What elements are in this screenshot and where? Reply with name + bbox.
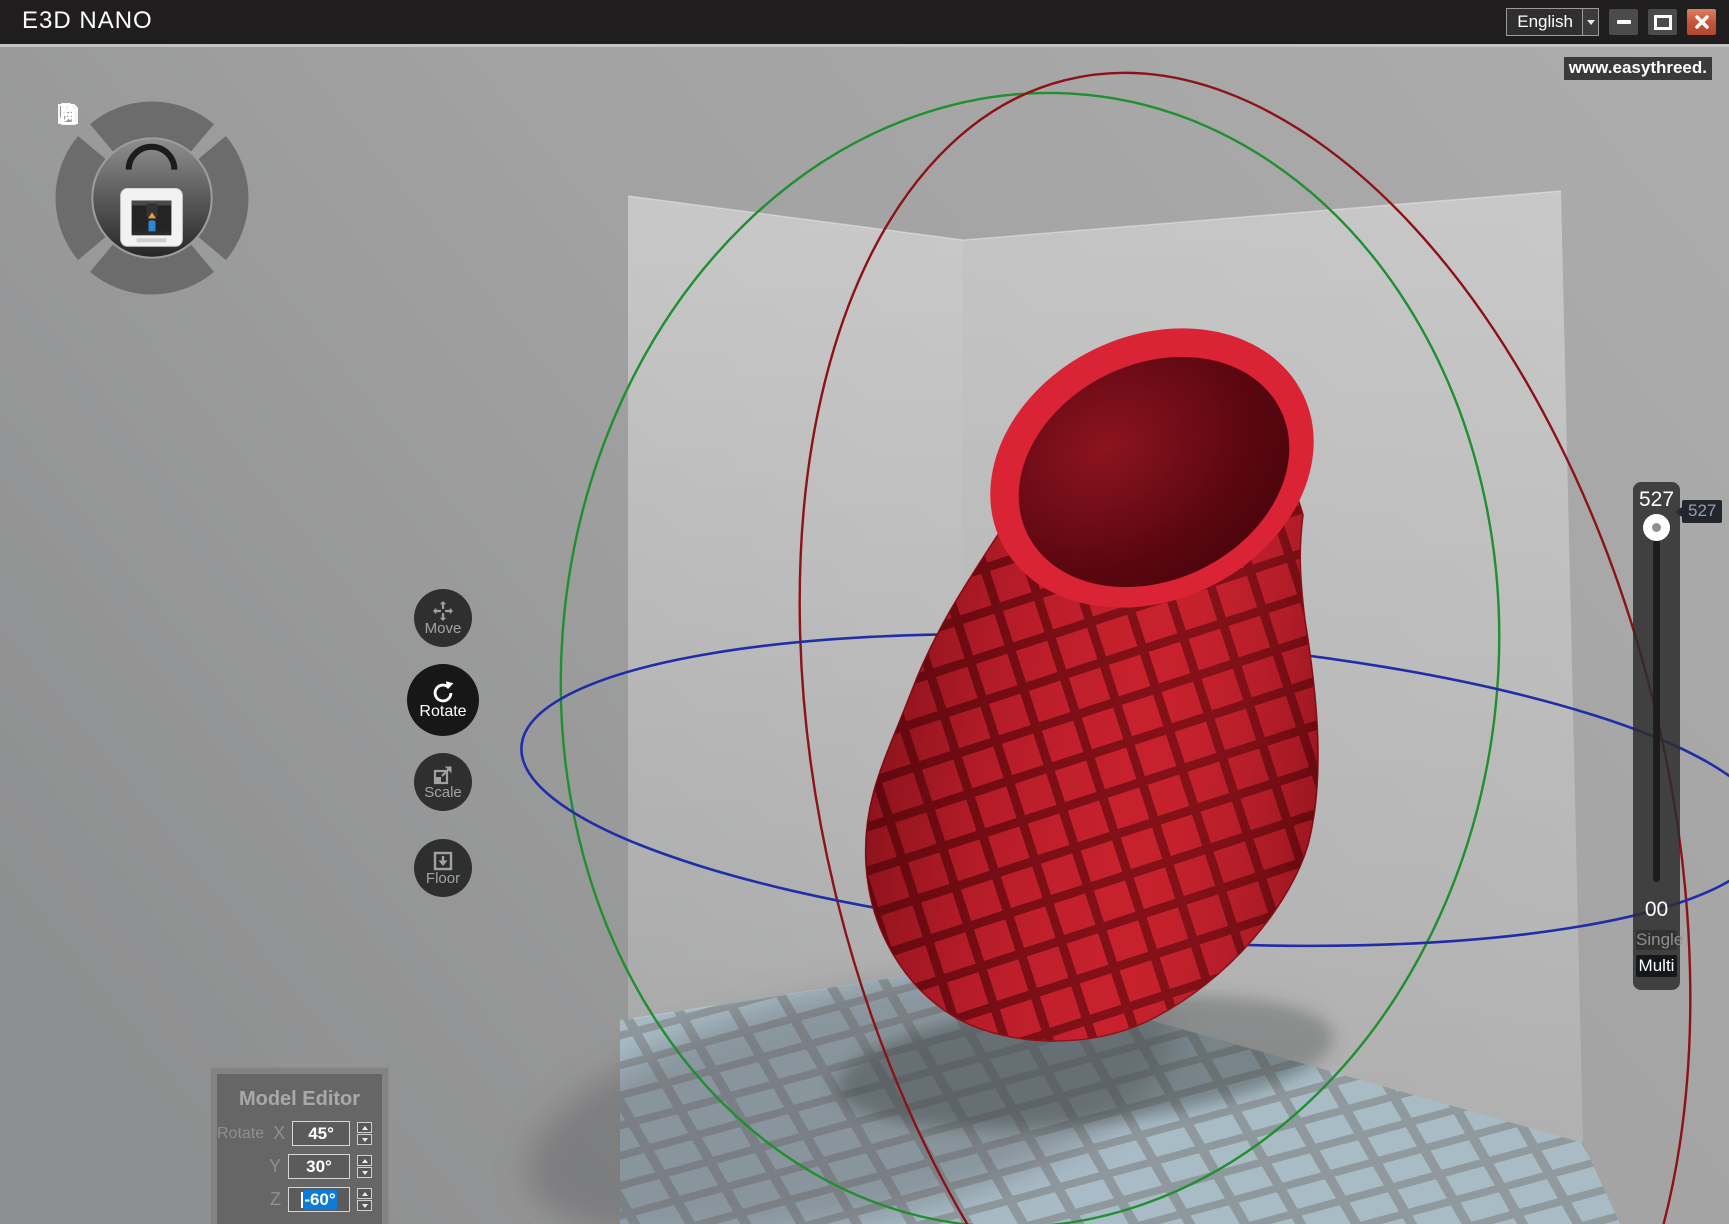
spin-up-button[interactable] [357,1188,372,1199]
slider-max-value: 527 [1633,488,1680,512]
rotate-group-label: Rotate [217,1125,264,1143]
move-button[interactable]: Move [414,589,472,647]
floor-button[interactable]: Floor [414,839,472,897]
spin-down-icon [362,1138,368,1142]
radial-file-segment[interactable] [101,119,202,137]
scale-label: Scale [424,784,462,801]
rotate-z-input[interactable]: -60° [288,1187,350,1212]
spin-down-icon [362,1171,368,1175]
radial-edit-segment[interactable] [212,147,230,248]
spin-up-icon [362,1159,368,1163]
close-icon [1695,15,1709,29]
selected-text: -60° [303,1190,336,1210]
maximize-button[interactable] [1648,9,1677,35]
rotate-label: Rotate [419,703,466,721]
app-window: E3D NANO English www.easythreed. [0,0,1729,1224]
rotate-y-input[interactable]: 30° [288,1154,350,1179]
spin-up-icon [362,1192,368,1196]
minimize-button[interactable] [1609,9,1638,35]
model-editor-body: Model Editor Rotate X 45° Y 30° Z [217,1074,382,1224]
printer-photo [92,138,211,257]
radial-delete-segment[interactable] [101,258,202,276]
app-title: E3D NANO [22,7,153,35]
rotate-z-row: Z -60° [217,1187,372,1212]
viewport-3d[interactable] [0,44,1729,1224]
titlebar-edge [0,44,1729,47]
rotate-y-row: Y 30° [217,1154,372,1179]
layer-slider: 527 00 Single Multi [1633,482,1680,990]
maximize-icon [1654,15,1672,30]
rotate-button[interactable]: Rotate [407,664,479,736]
slider-handle-dot [1652,523,1661,532]
rotate-z-spinner [357,1188,372,1211]
close-button[interactable] [1687,9,1716,35]
rotate-x-spinner [357,1122,372,1145]
floor-label: Floor [426,870,460,887]
rotate-x-input[interactable]: 45° [292,1121,350,1146]
slider-min-value: 00 [1633,898,1680,922]
model-editor-panel: Model Editor Rotate X 45° Y 30° Z [210,1067,389,1224]
rotate-y-spinner [357,1155,372,1178]
window-controls: English [1506,8,1716,36]
mode-single-button[interactable]: Single [1636,930,1677,950]
slider-handle[interactable] [1643,514,1670,541]
chevron-down-icon[interactable] [1582,9,1598,35]
minimize-icon [1617,20,1631,24]
rotate-x-row: Rotate X 45° [217,1121,372,1146]
move-label: Move [425,620,462,637]
delete-icon [55,101,81,127]
slider-track[interactable] [1653,526,1660,882]
axis-x-label: X [273,1123,285,1144]
radial-menu [55,101,249,295]
spin-up-button[interactable] [357,1155,372,1166]
scale-button[interactable]: Scale [414,753,472,811]
radial-save-segment[interactable] [73,147,91,248]
spin-up-icon [362,1126,368,1130]
title-bar: E3D NANO English [0,0,1729,44]
spin-up-button[interactable] [357,1122,372,1133]
spin-down-button[interactable] [357,1167,372,1178]
spin-down-icon [362,1204,368,1208]
spin-down-button[interactable] [357,1134,372,1145]
language-label: English [1507,9,1582,35]
axis-z-label: Z [270,1189,281,1210]
model-editor-title: Model Editor [217,1088,382,1111]
axis-y-label: Y [269,1156,281,1177]
language-select[interactable]: English [1506,8,1599,36]
mode-multi-button[interactable]: Multi [1636,955,1677,977]
spin-down-button[interactable] [357,1200,372,1211]
watermark: www.easythreed. [1564,57,1712,80]
slider-tooltip: 527 [1682,500,1722,523]
